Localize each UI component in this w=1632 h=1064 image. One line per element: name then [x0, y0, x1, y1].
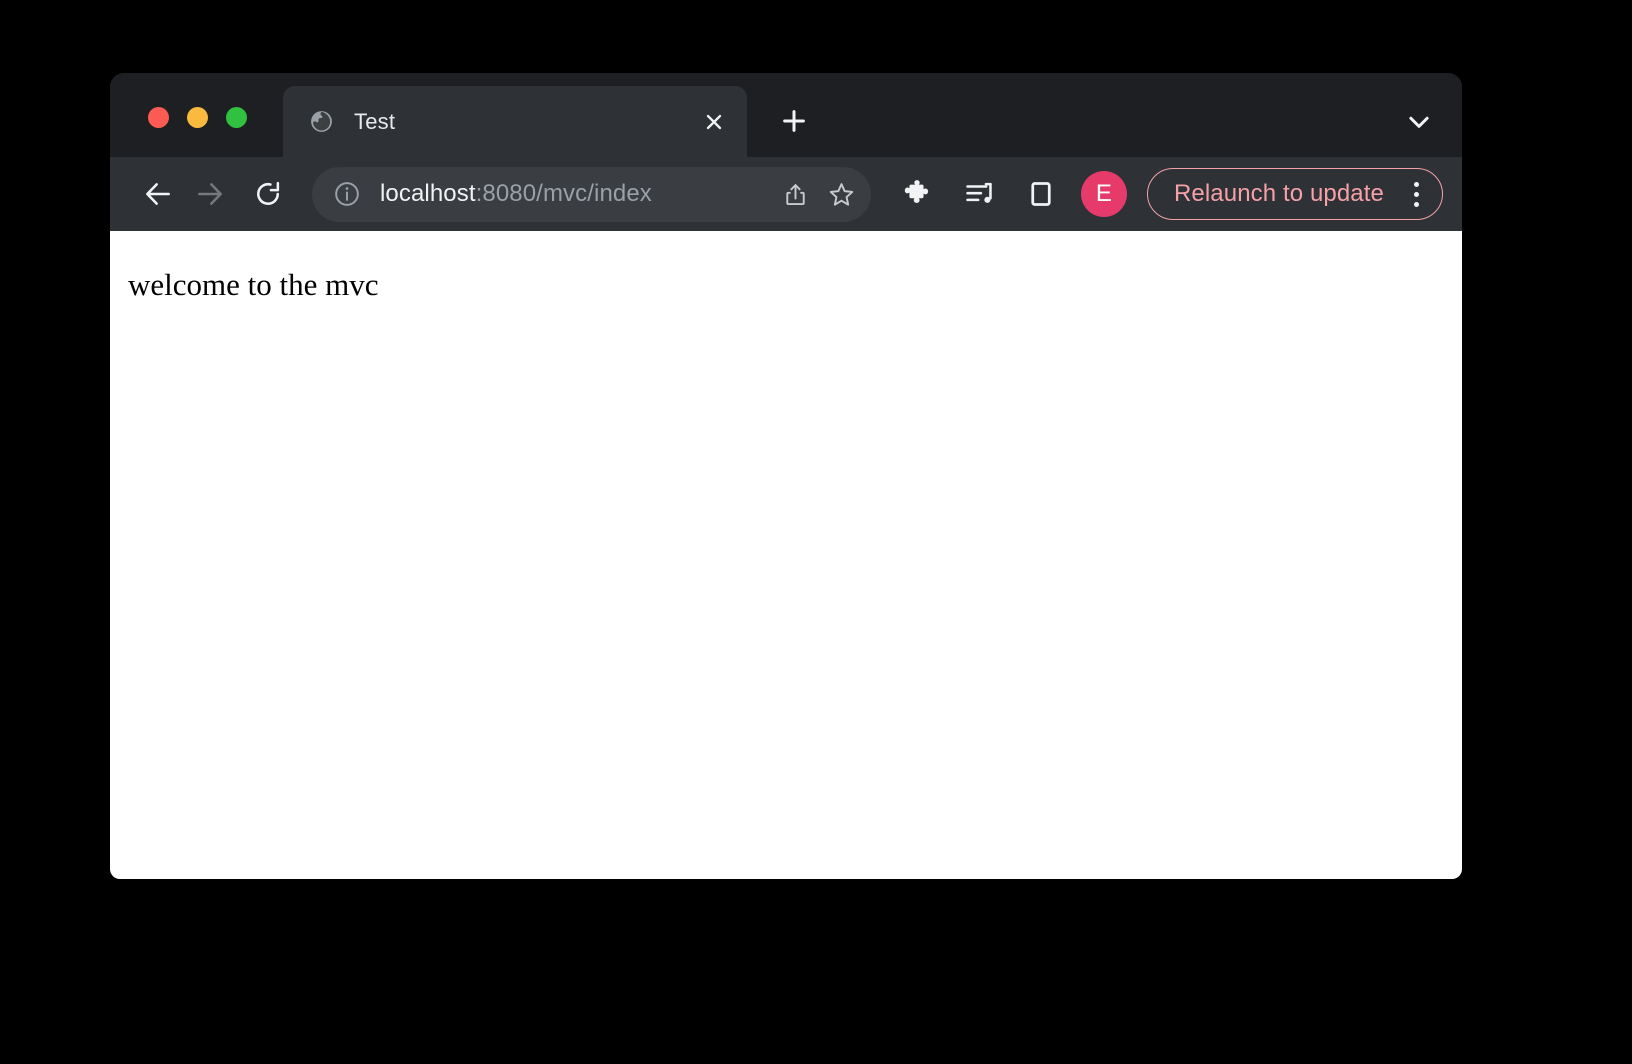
extensions-icon	[901, 178, 933, 210]
window-minimize-button[interactable]	[187, 107, 208, 128]
new-tab-button[interactable]	[770, 97, 818, 145]
toolbar-icon-group: E Relaunch to update	[891, 168, 1443, 220]
url-path: :8080/mvc/index	[476, 180, 652, 207]
star-icon	[827, 180, 856, 209]
more-vertical-icon[interactable]	[1400, 174, 1434, 214]
bookmark-button[interactable]	[819, 172, 863, 216]
media-control-icon	[963, 178, 995, 210]
window-maximize-button[interactable]	[226, 107, 247, 128]
window-controls	[148, 107, 247, 128]
forward-button[interactable]	[184, 168, 236, 220]
page-body-text: welcome to the mvc	[128, 267, 1462, 303]
url-host: localhost	[380, 180, 476, 207]
tab-strip: Test	[110, 73, 1462, 157]
window-close-button[interactable]	[148, 107, 169, 128]
reload-icon	[252, 178, 284, 210]
info-circle-icon	[333, 180, 361, 208]
globe-icon	[309, 109, 334, 134]
page-viewport: welcome to the mvc	[110, 231, 1462, 879]
screen: Test	[0, 0, 1632, 1064]
side-panel-icon	[1026, 179, 1056, 209]
back-button[interactable]	[132, 168, 184, 220]
arrow-right-icon	[194, 178, 226, 210]
browser-window: Test	[110, 73, 1462, 879]
url-text: localhost:8080/mvc/index	[380, 180, 773, 208]
side-panel-button[interactable]	[1015, 168, 1067, 220]
extensions-button[interactable]	[891, 168, 943, 220]
share-button[interactable]	[773, 172, 817, 216]
relaunch-label: Relaunch to update	[1174, 180, 1384, 208]
share-icon	[782, 181, 809, 208]
tab-active[interactable]: Test	[283, 86, 747, 157]
dot	[1414, 202, 1419, 207]
tab-title: Test	[354, 109, 695, 135]
media-control-button[interactable]	[953, 168, 1005, 220]
arrow-left-icon	[142, 178, 174, 210]
reload-button[interactable]	[242, 168, 294, 220]
dot	[1414, 182, 1419, 187]
relaunch-to-update-button[interactable]: Relaunch to update	[1147, 168, 1443, 220]
chevron-down-icon	[1404, 107, 1434, 137]
tab-search-button[interactable]	[1396, 99, 1442, 145]
avatar[interactable]: E	[1081, 171, 1127, 217]
site-info-icon[interactable]	[330, 177, 364, 211]
dot	[1414, 192, 1419, 197]
tab-close-icon[interactable]	[695, 103, 733, 141]
plus-icon	[779, 106, 809, 136]
address-bar[interactable]: localhost:8080/mvc/index	[312, 167, 871, 222]
close-icon	[703, 111, 725, 133]
browser-toolbar: localhost:8080/mvc/index	[110, 157, 1462, 231]
